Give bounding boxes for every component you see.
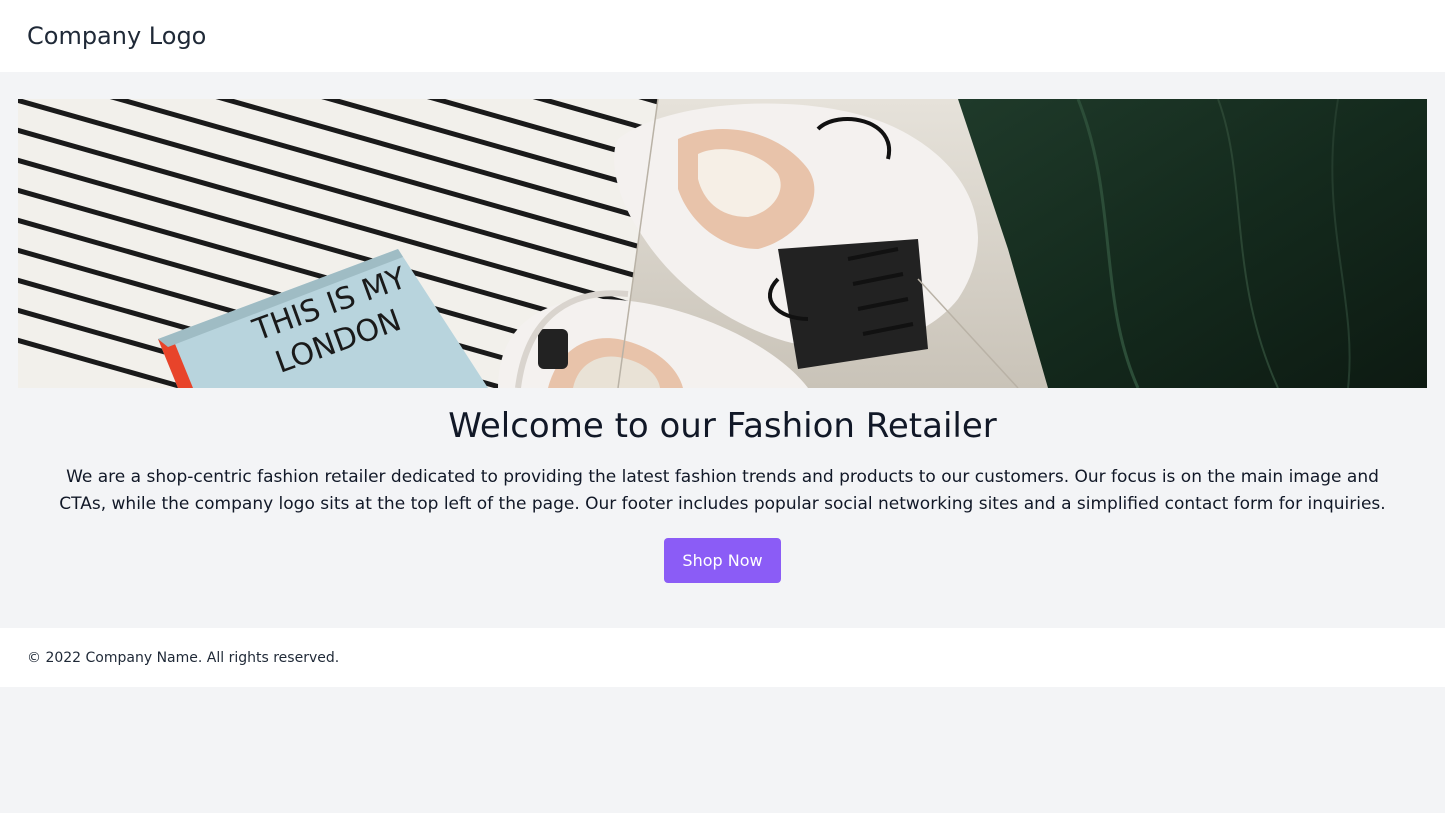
intro-paragraph: We are a shop-centric fashion retailer d… [59, 467, 1386, 514]
copyright-text: © 2022 Company Name. All rights reserved… [27, 649, 340, 666]
company-logo[interactable]: Company Logo [27, 22, 206, 50]
hero-image: THIS IS MY LONDON [18, 99, 1427, 388]
site-footer: © 2022 Company Name. All rights reserved… [0, 628, 1445, 687]
main-content: THIS IS MY LONDON Welcome to our Fashion… [0, 72, 1445, 628]
site-header: Company Logo [0, 0, 1445, 72]
shop-now-button[interactable]: Shop Now [664, 538, 781, 583]
page-title: Welcome to our Fashion Retailer [448, 406, 997, 446]
